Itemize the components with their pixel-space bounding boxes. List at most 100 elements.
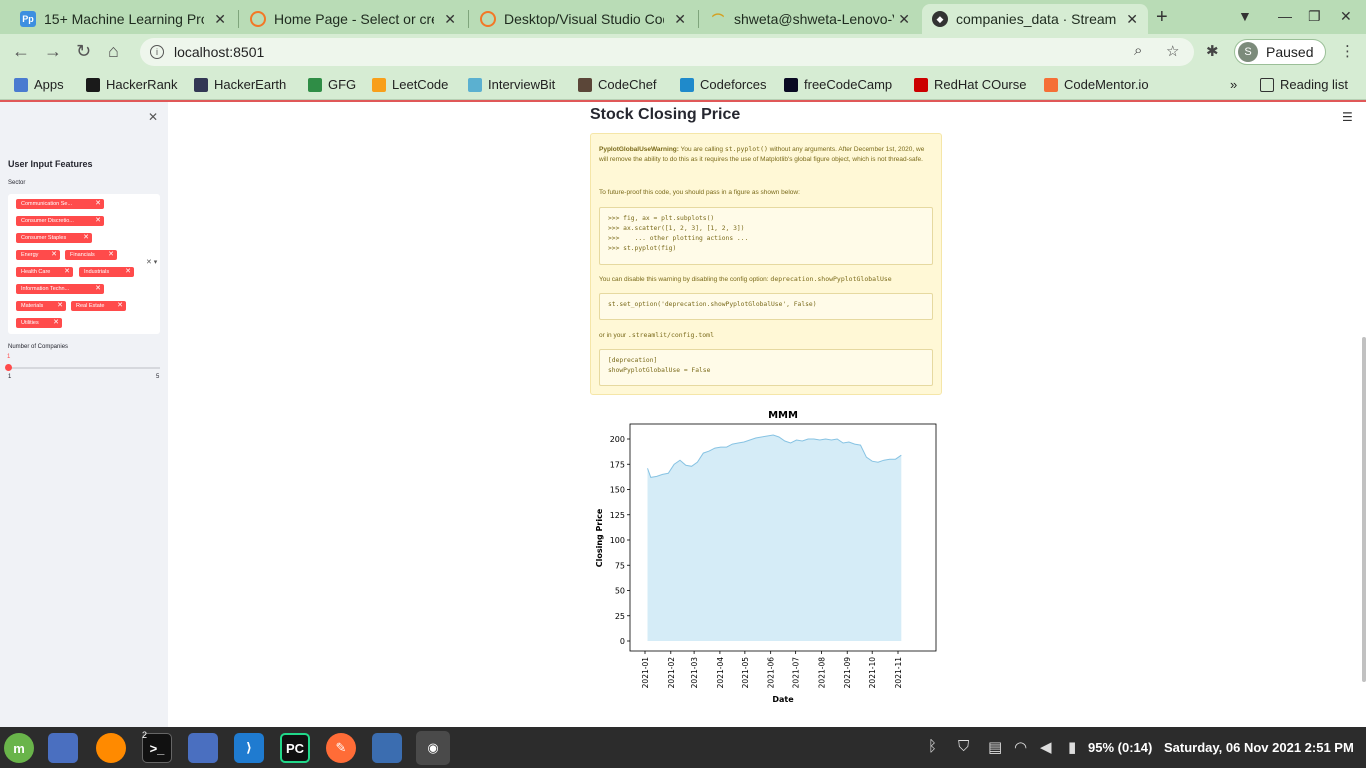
scrollbar[interactable] — [1362, 337, 1366, 682]
code-block: >>> fig, ax = plt.subplots() >>> ax.scat… — [599, 207, 933, 265]
bookmark-label: HackerRank — [106, 77, 178, 92]
sector-chip[interactable]: Utilities ✕ — [16, 318, 62, 328]
close-icon[interactable]: ✕ — [214, 11, 226, 28]
more-bookmarks-button[interactable]: » — [1230, 77, 1237, 92]
postman-icon[interactable]: ✎ — [326, 733, 356, 763]
browser-tab-active[interactable]: ◆ companies_data · Streamlit ✕ — [922, 4, 1148, 34]
codechef-icon — [578, 77, 592, 92]
sector-chip[interactable]: Energy ✕ — [16, 250, 60, 260]
forward-button[interactable]: → — [44, 41, 62, 62]
avatar: S — [1238, 42, 1258, 62]
close-icon[interactable]: ✕ — [1126, 11, 1138, 28]
slider-max: 5 — [156, 374, 160, 380]
mint-menu-icon[interactable]: m — [4, 733, 34, 763]
browser-tab[interactable]: Home Page - Select or creat ✕ — [240, 4, 466, 34]
x-tick-label: 2021-02 — [667, 657, 676, 689]
bluetooth-icon[interactable]: ᛒ — [928, 738, 937, 755]
tab-search-icon[interactable]: ▼ — [1238, 8, 1252, 24]
extensions-icon[interactable]: ✱ — [1206, 42, 1219, 60]
remove-icon[interactable]: ✕ — [117, 301, 123, 311]
browser-tab[interactable]: Desktop/Visual Studio Code ✕ — [470, 4, 696, 34]
sector-chip[interactable]: Materials ✕ — [16, 301, 66, 311]
clock[interactable]: Saturday, 06 Nov 2021 2:51 PM — [1164, 740, 1354, 755]
info-icon[interactable]: i — [150, 45, 164, 59]
zoom-icon[interactable]: ⌕ — [1134, 42, 1142, 59]
remove-icon[interactable]: ✕ — [64, 267, 70, 277]
vscode-icon[interactable]: ⟩ — [234, 733, 264, 763]
sector-chip[interactable]: Consumer Staples ✕ — [16, 233, 92, 243]
sector-multiselect[interactable]: Communication Se... ✕ Consumer Discretio.… — [8, 194, 160, 334]
bookmark-star-icon[interactable]: ☆ — [1166, 42, 1179, 60]
bookmark-codeforces[interactable]: Codeforces — [680, 77, 766, 92]
remove-icon[interactable]: ✕ — [125, 267, 131, 277]
sector-chip[interactable]: Real Estate ✕ — [71, 301, 126, 311]
reading-list-button[interactable]: Reading list — [1260, 77, 1348, 92]
battery-icon[interactable]: ▮ — [1068, 738, 1076, 756]
redhat-icon — [914, 77, 928, 92]
bookmark-freecodecamp[interactable]: freeCodeCamp — [784, 77, 892, 92]
bookmark-hackerearth[interactable]: HackerEarth — [194, 77, 286, 92]
interviewbit-icon — [468, 77, 482, 92]
closing-price-chart: MMM 0255075100125150175200 2021-01 2021-0… — [595, 410, 937, 704]
y-axis-ticks: 0 25 50 75 100 125 150 175 200 — [610, 435, 630, 646]
hamburger-menu-icon[interactable]: ☰ — [1342, 110, 1353, 124]
remove-icon[interactable]: ✕ — [51, 250, 57, 260]
new-tab-button[interactable]: + — [1156, 6, 1168, 29]
wifi-icon[interactable]: ◠ — [1014, 738, 1027, 756]
price-area — [647, 435, 902, 641]
bookmark-interviewbit[interactable]: InterviewBit — [468, 77, 555, 92]
sector-chip[interactable]: Health Care ✕ — [16, 267, 73, 277]
remove-icon[interactable]: ✕ — [95, 216, 101, 226]
maximize-button[interactable]: ❐ — [1308, 8, 1321, 25]
firefox-icon[interactable] — [96, 733, 126, 763]
address-bar[interactable]: i localhost:8501 — [140, 38, 1194, 66]
bookmark-gfg[interactable]: GFG — [308, 77, 356, 92]
bookmark-codechef[interactable]: CodeChef — [578, 77, 657, 92]
shield-icon[interactable]: ⛉ — [958, 738, 969, 755]
chrome-icon[interactable]: ◉ — [416, 731, 450, 765]
bookmark-apps[interactable]: Apps — [14, 77, 64, 92]
remove-icon[interactable]: ✕ — [108, 250, 114, 260]
bookmark-leetcode[interactable]: LeetCode — [372, 77, 448, 92]
volume-icon[interactable]: ◀ — [1040, 738, 1052, 756]
remove-icon[interactable]: ✕ — [95, 284, 101, 294]
companies-slider-handle[interactable] — [5, 364, 12, 371]
chip-label: Consumer Discretio... — [21, 218, 74, 224]
remove-icon[interactable]: ✕ — [83, 233, 89, 243]
minimize-button[interactable]: — — [1278, 8, 1292, 24]
profile-button[interactable]: S Paused — [1234, 39, 1326, 65]
companies-slider-track[interactable] — [8, 367, 160, 369]
browser-tab[interactable]: ⌒ shweta@shweta-Lenovo-V1 ✕ — [700, 4, 920, 34]
clear-dropdown-icon[interactable]: ✕ ▾ — [146, 258, 157, 266]
kebab-menu-icon[interactable]: ⋮ — [1340, 42, 1355, 60]
sector-chip[interactable]: Financials ✕ — [65, 250, 117, 260]
hackerrank-icon — [86, 77, 100, 92]
warning-text: To future-proof this code, you should pa… — [599, 189, 800, 196]
home-button[interactable]: ⌂ — [108, 41, 119, 62]
sector-chip[interactable]: Communication Se... ✕ — [16, 199, 104, 209]
remove-icon[interactable]: ✕ — [53, 318, 59, 328]
browser-tab[interactable]: Pp 15+ Machine Learning Proje ✕ — [10, 4, 236, 34]
pycharm-icon[interactable]: PC — [280, 733, 310, 763]
clipboard-icon[interactable]: ▤ — [988, 738, 1002, 756]
sector-chip[interactable]: Consumer Discretio... ✕ — [16, 216, 104, 226]
close-icon[interactable]: ✕ — [148, 110, 158, 124]
sector-chip[interactable]: Information Techn... ✕ — [16, 284, 104, 294]
folder-icon[interactable] — [188, 733, 218, 763]
files-icon[interactable] — [48, 733, 78, 763]
close-icon[interactable]: ✕ — [444, 11, 456, 28]
close-icon[interactable]: ✕ — [898, 11, 910, 28]
streamlit-app: ✕ User Input Features Sector Communicati… — [0, 102, 1366, 727]
reload-button[interactable]: ↻ — [76, 41, 91, 62]
back-button[interactable]: ← — [12, 41, 30, 62]
bookmark-hackerrank[interactable]: HackerRank — [86, 77, 178, 92]
virtualbox-icon[interactable] — [372, 733, 402, 763]
close-icon[interactable]: ✕ — [674, 11, 686, 28]
sector-chip[interactable]: Industrials ✕ — [79, 267, 134, 277]
remove-icon[interactable]: ✕ — [57, 301, 63, 311]
gfg-icon — [308, 77, 322, 92]
window-close-button[interactable]: ✕ — [1340, 8, 1352, 25]
remove-icon[interactable]: ✕ — [95, 199, 101, 209]
bookmark-redhat[interactable]: RedHat COurse — [914, 77, 1026, 92]
bookmark-codementor[interactable]: CodeMentor.io — [1044, 77, 1149, 92]
